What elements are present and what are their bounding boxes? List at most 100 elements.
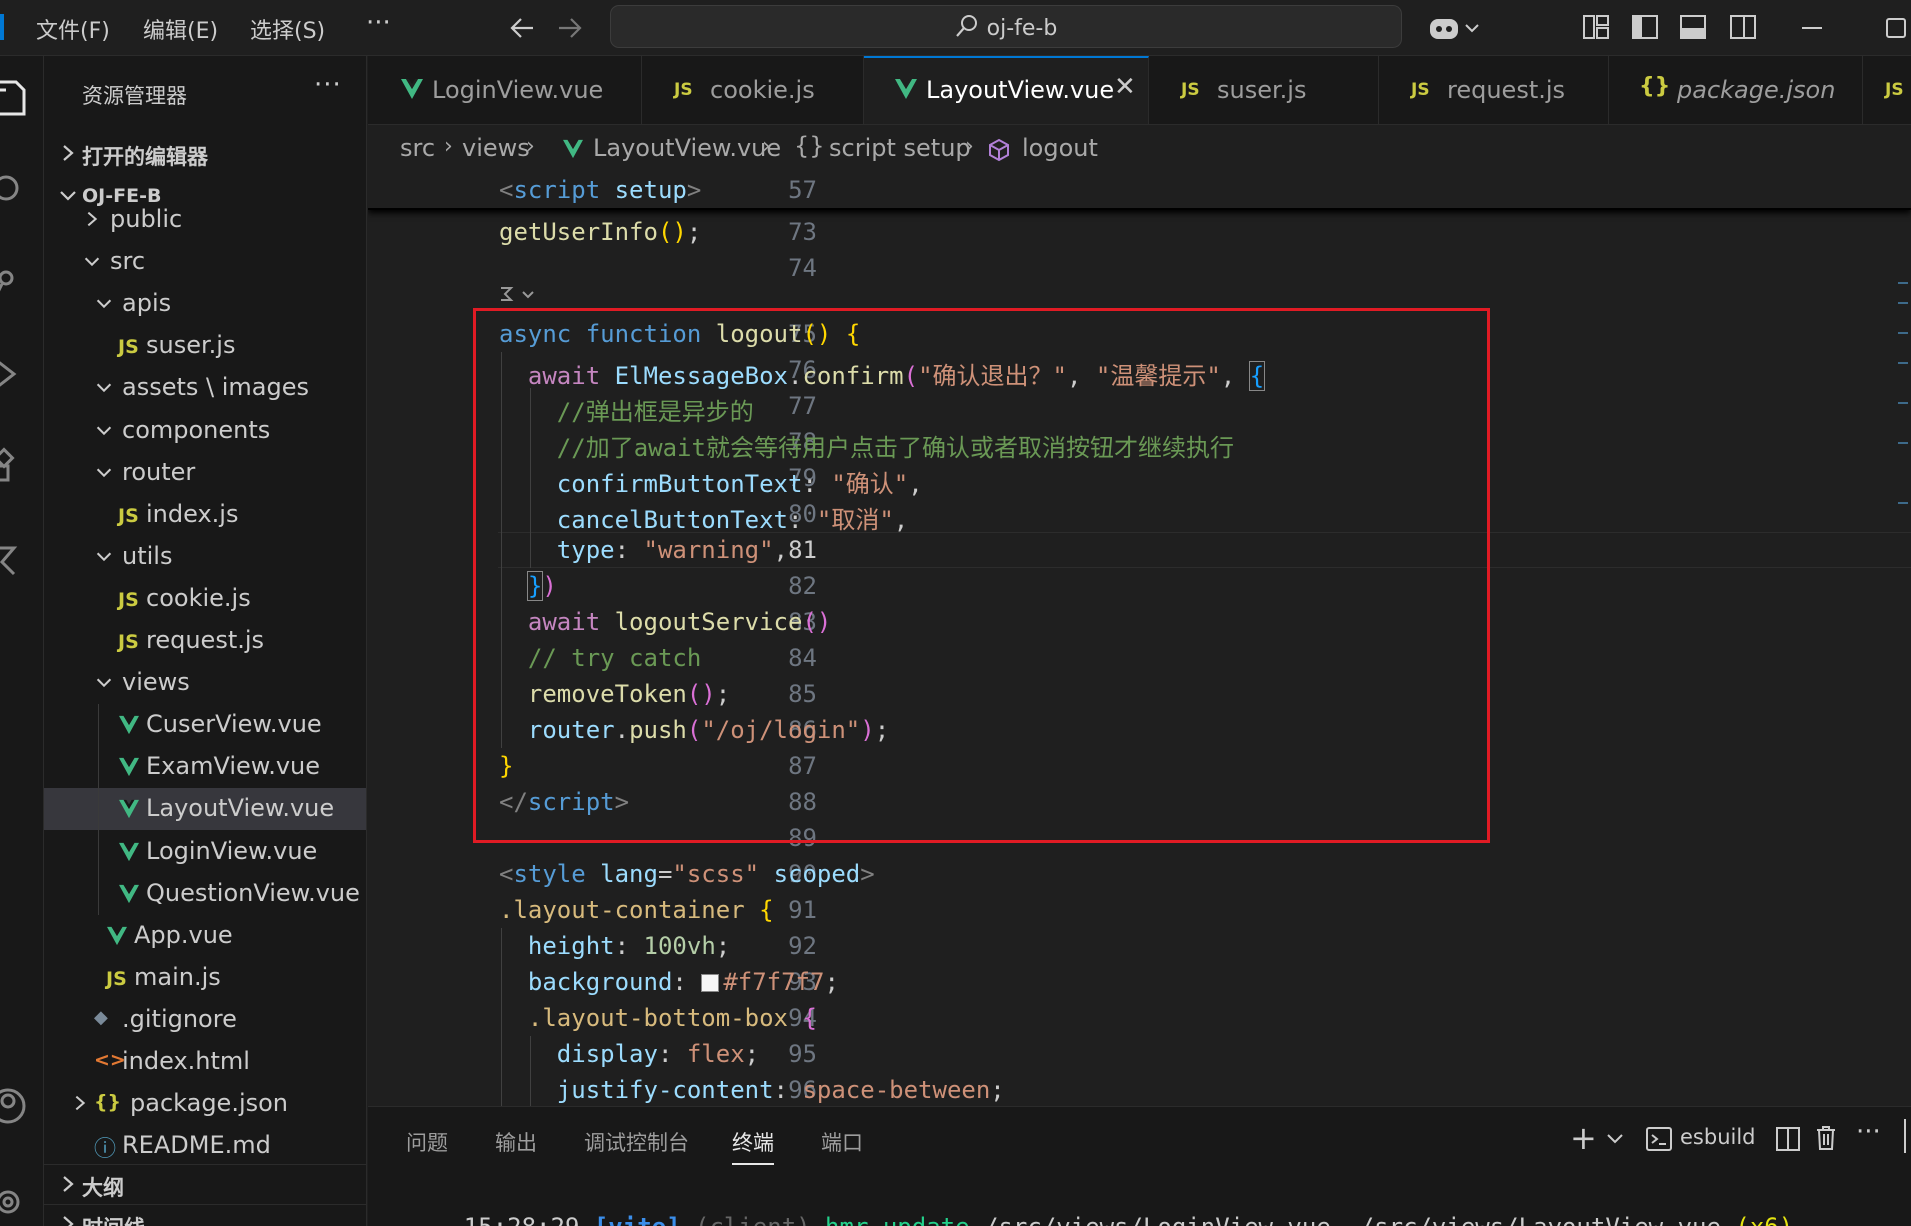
- tab-package-json[interactable]: {} package.json: [1609, 56, 1863, 124]
- chevron-down-icon: [96, 299, 112, 309]
- git-file-icon: ◆: [94, 1006, 108, 1028]
- tab-suser[interactable]: JS suser.js: [1149, 56, 1379, 124]
- command-center-search[interactable]: oj-fe-b: [610, 5, 1402, 48]
- minimap[interactable]: [1894, 172, 1911, 1106]
- tree-folder[interactable]: views: [44, 662, 366, 704]
- tree-file[interactable]: ⓘ README.md: [44, 1125, 366, 1167]
- close-tab-icon[interactable]: ✕: [1114, 72, 1136, 102]
- back-arrow-icon[interactable]: [506, 12, 538, 44]
- sticky-scroll-header[interactable]: 57 <script setup>: [368, 172, 1911, 210]
- source-control-icon[interactable]: [0, 262, 32, 302]
- breadcrumb-script-setup[interactable]: script setup: [829, 134, 971, 162]
- tree-file[interactable]: CuserView.vue: [44, 704, 366, 746]
- tree-item-label: QuestionView.vue: [146, 878, 360, 907]
- breadcrumb-src[interactable]: src: [400, 134, 435, 162]
- menu-edit[interactable]: 编辑(E): [143, 13, 218, 45]
- tab-layoutview[interactable]: LayoutView.vue ✕: [864, 56, 1149, 124]
- maximize-window-icon[interactable]: [1880, 12, 1911, 44]
- tree-folder[interactable]: components: [44, 410, 366, 452]
- tree-item-label: CuserView.vue: [146, 710, 322, 739]
- tree-folder[interactable]: router: [44, 452, 366, 494]
- breadcrumb-separator: ›: [965, 134, 974, 159]
- tree-file[interactable]: LayoutView.vue: [44, 788, 366, 831]
- chevron-down-icon: [96, 468, 112, 477]
- tree-file[interactable]: ExamView.vue: [44, 746, 366, 788]
- extensions-icon[interactable]: [0, 446, 32, 486]
- explorer-icon[interactable]: [0, 78, 32, 118]
- tree-file[interactable]: ◆ .gitignore: [44, 999, 366, 1041]
- toggle-primary-sidebar-icon[interactable]: [1631, 14, 1659, 40]
- tree-folder[interactable]: public: [44, 199, 366, 241]
- breadcrumb-file[interactable]: LayoutView.vue: [593, 134, 781, 162]
- tree-file[interactable]: JS main.js: [44, 957, 366, 999]
- toggle-panel-icon[interactable]: [1679, 14, 1707, 40]
- tree-file[interactable]: QuestionView.vue: [44, 873, 366, 915]
- panel-tab-problems[interactable]: 问题: [406, 1127, 448, 1157]
- vue-icon: [895, 79, 917, 99]
- chevron-down-icon: [84, 257, 100, 267]
- vue-icon: [118, 884, 140, 909]
- terminal-icon: [1646, 1127, 1672, 1151]
- trash-icon[interactable]: [1815, 1125, 1837, 1151]
- minimize-window-icon[interactable]: [1796, 12, 1828, 44]
- panel-tab-terminal[interactable]: 终端: [732, 1127, 774, 1165]
- terminal-output[interactable]: 15:28:29 [vite] (client) hmr update /src…: [406, 1185, 1793, 1226]
- new-terminal-plus-icon[interactable]: +: [1570, 1119, 1597, 1157]
- tree-folder[interactable]: src: [44, 241, 366, 283]
- outline-section[interactable]: 大纲: [44, 1164, 366, 1204]
- code-line: 74: [788, 254, 817, 282]
- tree-folder[interactable]: apis: [44, 283, 366, 325]
- breadcrumb-separator: ›: [526, 134, 535, 159]
- menu-selection[interactable]: 选择(S): [250, 13, 325, 45]
- toggle-secondary-sidebar-icon[interactable]: [1729, 14, 1757, 40]
- tree-file[interactable]: JS suser.js: [44, 325, 366, 367]
- split-terminal-icon[interactable]: [1776, 1127, 1800, 1151]
- timeline-section[interactable]: 时间线: [44, 1204, 366, 1226]
- breadcrumb-views[interactable]: views: [462, 134, 530, 162]
- tree-file[interactable]: App.vue: [44, 915, 366, 957]
- remote-explorer-icon[interactable]: [0, 540, 32, 580]
- tree-file[interactable]: <> index.html: [44, 1041, 366, 1083]
- tab-request[interactable]: JS request.js: [1379, 56, 1609, 124]
- open-editors-section[interactable]: 打开的编辑器: [44, 134, 366, 174]
- color-swatch[interactable]: [701, 974, 720, 992]
- panel-tab-ports[interactable]: 端口: [821, 1127, 863, 1157]
- run-debug-icon[interactable]: [0, 354, 32, 394]
- tree-file[interactable]: JS request.js: [44, 620, 366, 662]
- tab-cookie[interactable]: JS cookie.js: [642, 56, 864, 124]
- code-line: 90 <style lang="scss" scoped>: [499, 860, 875, 888]
- panel-more-actions[interactable]: ···: [1856, 1117, 1881, 1147]
- forward-arrow-icon[interactable]: [554, 12, 586, 44]
- indent-guide: [501, 928, 502, 1106]
- tree-item-label: cookie.js: [146, 583, 251, 612]
- chevron-right-icon: [63, 1176, 74, 1192]
- tree-folder[interactable]: assets \ images: [44, 367, 366, 409]
- panel-tab-output[interactable]: 输出: [495, 1127, 537, 1157]
- code-line: 94 .layout-bottom-box {: [527, 1004, 817, 1032]
- manage-gear-icon[interactable]: [0, 1180, 32, 1220]
- tab-loginview[interactable]: LoginView.vue: [368, 56, 642, 124]
- copilot-icon[interactable]: [1426, 12, 1482, 44]
- tree-folder[interactable]: utils: [44, 536, 366, 578]
- info-icon: ⓘ: [94, 1137, 117, 1163]
- chevron-down-icon[interactable]: [1606, 1133, 1624, 1145]
- tree-file[interactable]: JS index.js: [44, 494, 366, 536]
- search-icon[interactable]: [0, 170, 32, 210]
- menu-more[interactable]: ···: [366, 8, 391, 38]
- breadcrumb-logout[interactable]: logout: [1022, 134, 1098, 162]
- vue-icon: [563, 139, 583, 159]
- customize-layout-icon[interactable]: [1582, 14, 1610, 40]
- js-file-icon: JS: [118, 504, 139, 527]
- menu-file[interactable]: 文件(F): [36, 13, 110, 45]
- tree-file[interactable]: JS cookie.js: [44, 578, 366, 620]
- tab-overflow[interactable]: JS: [1863, 56, 1911, 124]
- tree-file[interactable]: LoginView.vue: [44, 831, 366, 873]
- panel-tab-debug-console[interactable]: 调试控制台: [584, 1127, 689, 1157]
- js-file-icon: JS: [118, 588, 139, 611]
- braces-icon: {}: [794, 132, 825, 160]
- sidebar-more-actions[interactable]: ···: [314, 70, 342, 100]
- terminal-name[interactable]: esbuild: [1680, 1125, 1756, 1149]
- account-icon[interactable]: [0, 1086, 32, 1126]
- codelens-hint[interactable]: [499, 284, 535, 309]
- tree-file[interactable]: {} package.json: [44, 1083, 366, 1125]
